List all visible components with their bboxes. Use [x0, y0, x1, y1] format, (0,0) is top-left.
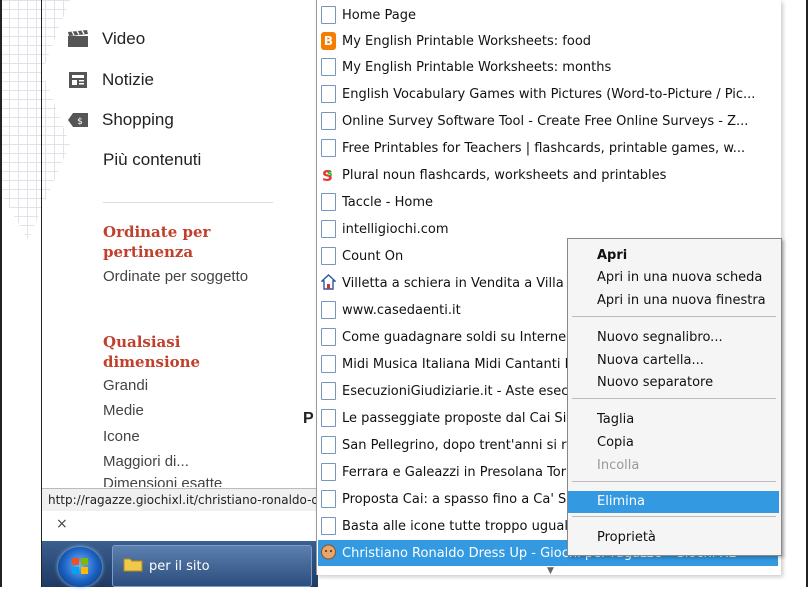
bookmark-label: intelligiochi.com	[342, 221, 449, 237]
context-menu-item[interactable]: Apri	[568, 245, 779, 267]
context-menu-separator	[572, 516, 776, 517]
bookmark-label: Proposta Cai: a spasso fino a Ca' S	[342, 491, 567, 507]
bookmark-item[interactable]: Online Survey Software Tool - Create Fre…	[318, 108, 778, 134]
page-icon	[321, 58, 336, 76]
page-icon	[321, 490, 336, 508]
sidebar-item-shopping[interactable]: $ Shopping	[66, 108, 174, 132]
sidebar-item-label: Video	[102, 29, 146, 48]
context-menu-item[interactable]: Apri in una nuova scheda	[568, 267, 779, 289]
page-border-left	[0, 0, 2, 587]
windows-logo-icon	[72, 558, 88, 574]
sidebar-item-notizie[interactable]: Notizie	[66, 68, 154, 92]
page-icon	[321, 517, 336, 535]
context-menu-separator	[572, 398, 776, 399]
bookmark-label: Ferrara e Galeazzi in Presolana Tor	[342, 464, 567, 480]
bookmark-label: Count On	[342, 248, 404, 264]
context-menu-separator	[572, 316, 776, 317]
bookmark-label: Taccle - Home	[342, 194, 434, 210]
partial-text: P	[303, 410, 314, 427]
page-icon	[321, 85, 336, 103]
page-icon	[321, 409, 336, 427]
sidebar-item-label: Notizie	[102, 70, 154, 89]
clapperboard-icon	[66, 30, 90, 48]
size-option-icon[interactable]: Icone	[103, 428, 140, 445]
status-bar-url: http://ragazze.giochixl.it/christiano-ro…	[42, 488, 322, 511]
sort-heading: Ordinate per pertinenza	[103, 223, 211, 261]
page-icon	[321, 436, 336, 454]
bookmark-label: www.casedaenti.it	[342, 302, 461, 318]
page-icon	[321, 220, 336, 238]
context-menu-item: Incolla	[597, 458, 640, 473]
bookmark-label: Villetta a schiera in Vendita a Villa D	[342, 275, 578, 291]
page-icon	[321, 355, 336, 373]
sidebar-divider	[103, 202, 273, 203]
bookmark-label: English Vocabulary Games with Pictures (…	[342, 86, 756, 102]
bookmark-label: Free Printables for Teachers | flashcard…	[342, 140, 746, 156]
page-icon	[321, 463, 336, 481]
context-menu-item[interactable]: Copia	[568, 432, 779, 454]
context-menu-item[interactable]: Nuovo segnalibro...	[568, 327, 779, 349]
size-option-exact[interactable]: Dimensioni esatte	[103, 475, 222, 487]
sort-by-subject-option[interactable]: Ordinate per soggetto	[103, 268, 248, 285]
page-icon	[321, 112, 336, 130]
bookmark-label: EsecuzioniGiudiziarie.it - Aste esecu	[342, 383, 577, 399]
taskbar-folder-button[interactable]: per il sito	[112, 545, 312, 587]
close-icon[interactable]: ×	[56, 516, 68, 532]
bookmark-item[interactable]: Free Printables for Teachers | flashcard…	[318, 135, 778, 161]
scroll-down-arrow-icon[interactable]: ▼	[547, 566, 554, 576]
svg-text:$: $	[77, 117, 83, 127]
sidebar-item-video[interactable]: Video	[66, 27, 145, 51]
bookmark-label: My English Printable Worksheets: food	[342, 33, 592, 49]
bookmark-label: Home Page	[342, 7, 416, 23]
price-tag-icon: $	[66, 111, 90, 129]
page-icon	[321, 6, 336, 24]
context-menu-item[interactable]: Taglia	[568, 409, 779, 431]
page-icon	[321, 247, 336, 265]
page-icon	[321, 193, 336, 211]
bookmark-item[interactable]: English Vocabulary Games with Pictures (…	[318, 81, 778, 107]
sidebar-item-label: Shopping	[102, 110, 174, 129]
bookmark-label: Basta alle icone tutte troppo ugual	[342, 518, 568, 534]
bookmark-label: Come guadagnare soldi su Interne	[342, 329, 567, 345]
bookmark-item[interactable]: B My English Printable Worksheets: food	[318, 28, 778, 54]
newspaper-icon	[66, 71, 90, 89]
colorful-s-icon: Ss	[321, 166, 336, 185]
page-icon	[321, 139, 336, 157]
bookmark-label: Midi Musica Italiana Midi Cantanti It	[342, 356, 574, 372]
page-icon	[321, 328, 336, 346]
context-menu-separator	[572, 481, 776, 482]
bookmark-label: My English Printable Worksheets: months	[342, 59, 612, 75]
bookmark-item[interactable]: My English Printable Worksheets: months	[318, 54, 778, 80]
taskbar-folder-label: per il sito	[149, 558, 210, 574]
context-menu-item[interactable]: Nuova cartella...	[568, 350, 779, 372]
page-icon	[321, 301, 336, 319]
blogger-icon: B	[321, 32, 336, 50]
bookmark-label: Online Survey Software Tool - Create Fre…	[342, 113, 749, 129]
bookmark-item[interactable]: Home Page	[318, 2, 778, 28]
start-button[interactable]	[58, 547, 102, 587]
size-heading: Qualsiasi dimensione	[103, 333, 201, 371]
game-face-icon	[321, 544, 336, 562]
size-option-large[interactable]: Grandi	[103, 377, 148, 394]
bookmark-item[interactable]: Ss Plural noun flashcards, worksheets and…	[318, 162, 778, 188]
context-menu-item[interactable]: Proprietà	[568, 527, 779, 549]
context-menu-item[interactable]: Apri in una nuova finestra	[568, 290, 779, 312]
bookmark-label: Le passeggiate proposte dal Cai Si	[342, 410, 567, 426]
house-icon	[320, 274, 337, 292]
more-content-link[interactable]: Più contenuti	[103, 150, 201, 170]
size-option-larger-than[interactable]: Maggiori di...	[103, 453, 189, 470]
context-menu-item[interactable]: Elimina	[568, 491, 779, 513]
grid-watermark	[0, 0, 70, 240]
bookmark-label: Plural noun flashcards, worksheets and p…	[342, 167, 667, 183]
size-option-medium[interactable]: Medie	[103, 402, 144, 419]
context-menu-item[interactable]: Nuovo separatore	[568, 372, 779, 394]
bookmark-label: San Pellegrino, dopo trent'anni si ri	[342, 437, 571, 453]
svg-text:s: s	[327, 169, 332, 179]
page-icon	[321, 382, 336, 400]
bookmark-item[interactable]: Taccle - Home	[318, 189, 778, 215]
folder-icon	[123, 556, 143, 576]
